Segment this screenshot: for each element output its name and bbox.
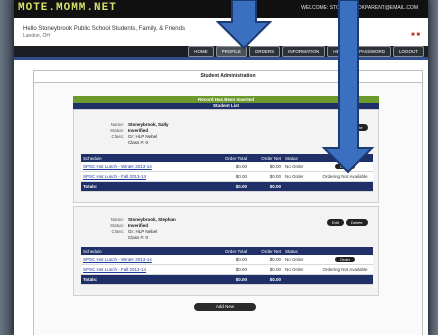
annotation-arrows bbox=[215, 0, 375, 174]
arrow-down-icon bbox=[215, 0, 273, 50]
arrow-down-icon bbox=[321, 0, 375, 174]
